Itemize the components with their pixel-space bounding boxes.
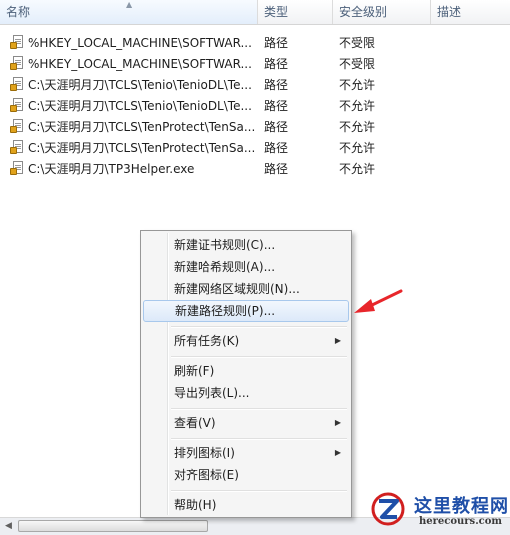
watermark: 这里教程网 herecours.com xyxy=(364,487,510,533)
watermark-logo-icon xyxy=(371,492,405,526)
watermark-url: herecours.com xyxy=(419,516,503,527)
watermark-title: 这里教程网 xyxy=(414,496,509,517)
annotation-arrow-icon xyxy=(354,289,403,313)
